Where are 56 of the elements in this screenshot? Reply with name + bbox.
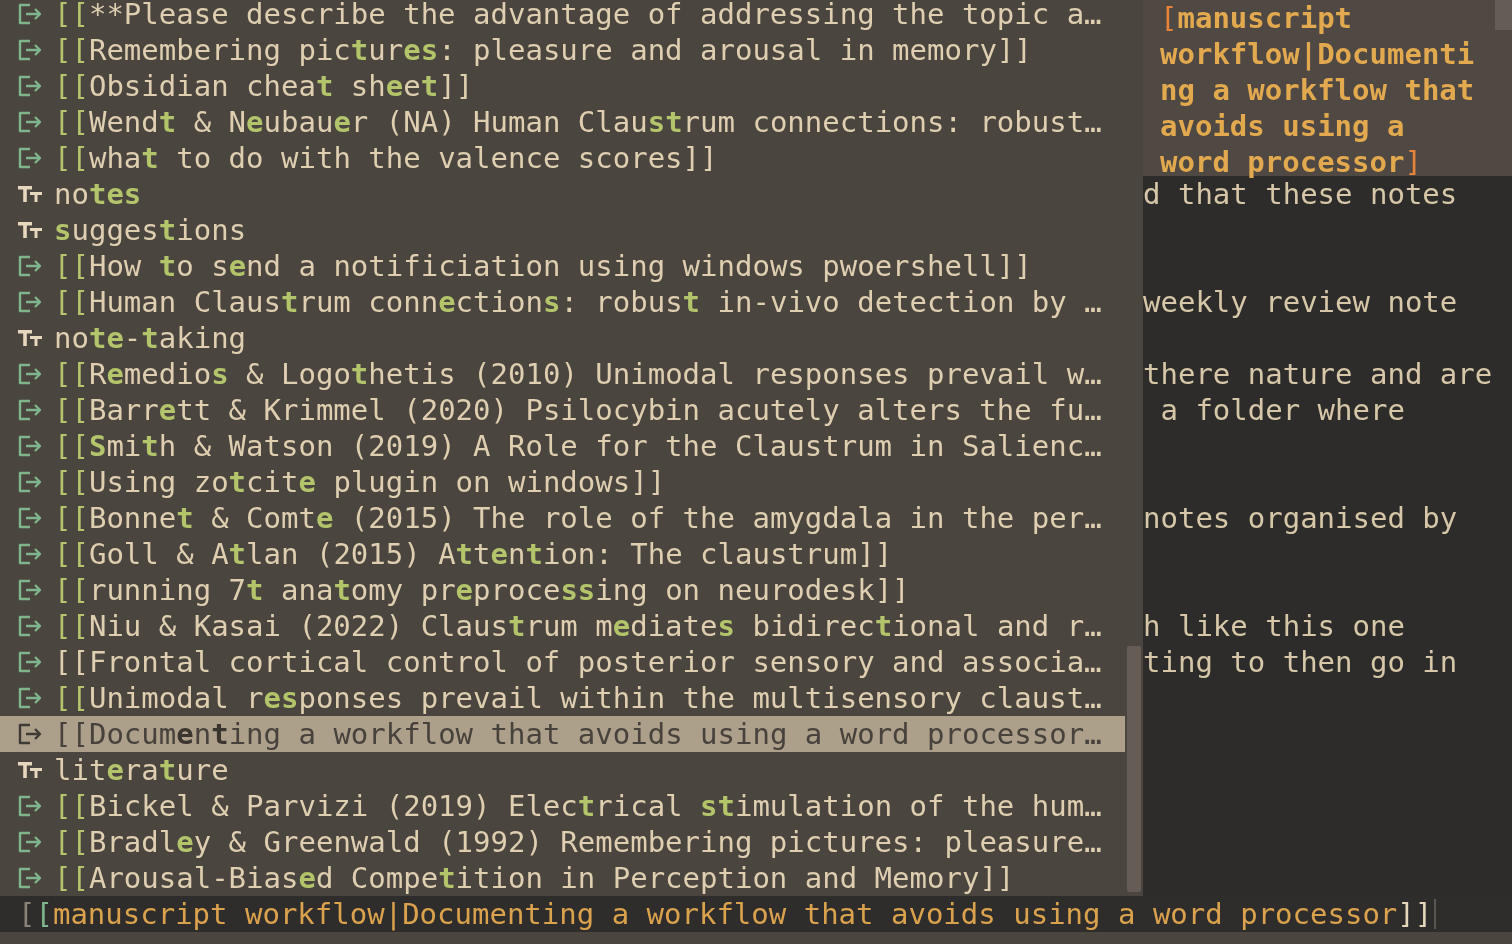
- suggestion-text: [[running 7t anatomy preprocessing on neurodesk]]: [54, 573, 910, 607]
- scrollbar-thumb[interactable]: [1127, 646, 1141, 892]
- suggestion-text: literature: [54, 753, 229, 787]
- editor-text-line: d that these notes: [1143, 177, 1458, 212]
- suggestion-item[interactable]: [[Arousal-Biased Competition in Perception and Memory]]: [0, 860, 1125, 896]
- link-out-icon: [16, 722, 44, 746]
- suggestion-item[interactable]: [[Goll & Atlan (2015) Attention: The claustrum]]: [0, 536, 1125, 572]
- link-out-icon: [16, 254, 44, 278]
- suggestion-item[interactable]: [[running 7t anatomy preprocessing on neurodesk]]: [0, 572, 1125, 608]
- suggestion-item[interactable]: [[Using zotcite plugin on windows]]: [0, 464, 1125, 500]
- suggestion-text: note-taking: [54, 321, 247, 355]
- link-out-icon: [16, 650, 44, 674]
- link-out-icon: [16, 794, 44, 818]
- link-out-icon: [16, 146, 44, 170]
- tooltip-text: [manuscript workflow|Documenting a workflow that avoids using a word processor]: [1160, 0, 1476, 180]
- suggestion-text: suggestions: [54, 213, 247, 247]
- typed-link-text[interactable]: [[manuscript workflow|Documenting a workflow that avoids using a word processor]]: [18, 897, 1433, 931]
- suggestion-text: [[How to send a notificiation using windows pwoershell]]: [54, 249, 1032, 283]
- suggestion-item[interactable]: [[Remembering pictures: pleasure and arousal in memory]]: [0, 32, 1125, 68]
- suggestion-item[interactable]: notes: [0, 176, 1125, 212]
- editor-text-line: there nature and are: [1143, 356, 1493, 392]
- link-out-icon: [16, 578, 44, 602]
- editor-text-line: h like this one: [1143, 608, 1405, 644]
- suggestion-text: [[what to do with the valence scores]]: [54, 141, 718, 175]
- editor-text-line: notes organised by: [1143, 500, 1458, 536]
- suggestion-item[interactable]: [[Obsidian cheat sheet]]: [0, 68, 1125, 104]
- link-out-icon: [16, 38, 44, 62]
- suggestion-item[interactable]: literature: [0, 752, 1125, 788]
- suggestion-item[interactable]: [[what to do with the valence scores]]: [0, 140, 1125, 176]
- link-out-icon: [16, 362, 44, 386]
- editor-text-line: weekly review note: [1143, 284, 1458, 320]
- suggestion-text: [[Remembering pictures: pleasure and arousal in memory]]: [54, 33, 1032, 67]
- suggestion-item[interactable]: suggestions: [0, 212, 1125, 248]
- link-out-icon: [16, 506, 44, 530]
- suggestion-item[interactable]: [[How to send a notificiation using windows pwoershell]]: [0, 248, 1125, 284]
- link-out-icon: [16, 434, 44, 458]
- link-out-icon: [16, 614, 44, 638]
- link-out-icon: [16, 830, 44, 854]
- text-cursor: [1434, 899, 1437, 929]
- link-out-icon: [16, 110, 44, 134]
- link-out-icon: [16, 290, 44, 314]
- suggestion-text: [[Obsidian cheat sheet]]: [54, 69, 474, 103]
- suggestion-item[interactable]: note-taking: [0, 320, 1125, 356]
- link-out-icon: [16, 542, 44, 566]
- suggestion-text: [[Arousal-Biased Competition in Perception and Memory]]: [54, 861, 1015, 895]
- suggestion-text: [[Using zotcite plugin on windows]]: [54, 465, 666, 499]
- link-out-icon: [16, 470, 44, 494]
- link-out-icon: [16, 398, 44, 422]
- link-out-icon: [16, 686, 44, 710]
- link-out-icon: [16, 2, 44, 26]
- suggestion-text: notes: [54, 177, 142, 211]
- link-out-icon: [16, 866, 44, 890]
- suggestion-text: [[Goll & Atlan (2015) Attention: The claustrum]]: [54, 537, 893, 571]
- link-out-icon: [16, 74, 44, 98]
- editor-text-line: a folder where: [1159, 392, 1405, 428]
- editor-text-line: ting to then go in: [1143, 644, 1458, 680]
